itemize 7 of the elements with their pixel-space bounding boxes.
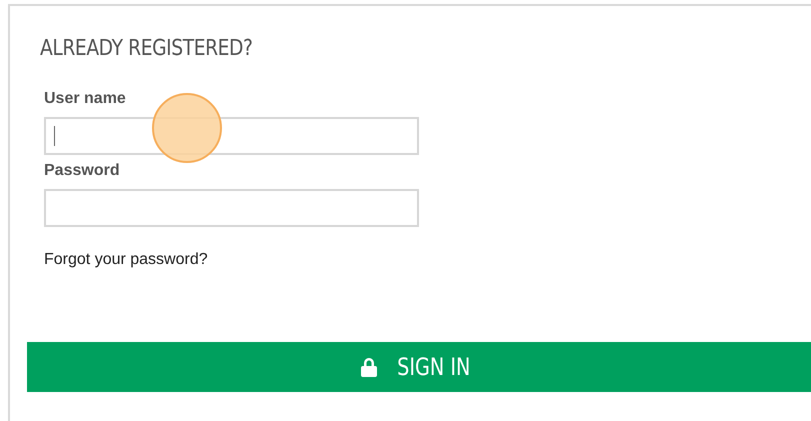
forgot-password-link[interactable]: Forgot your password? bbox=[44, 248, 208, 272]
text-caret bbox=[54, 126, 55, 146]
section-heading: ALREADY REGISTERED? bbox=[40, 35, 253, 63]
field-label: Password bbox=[44, 161, 120, 181]
input-field[interactable] bbox=[44, 189, 419, 227]
lock-icon bbox=[360, 357, 378, 377]
field-label: User name bbox=[44, 89, 126, 109]
